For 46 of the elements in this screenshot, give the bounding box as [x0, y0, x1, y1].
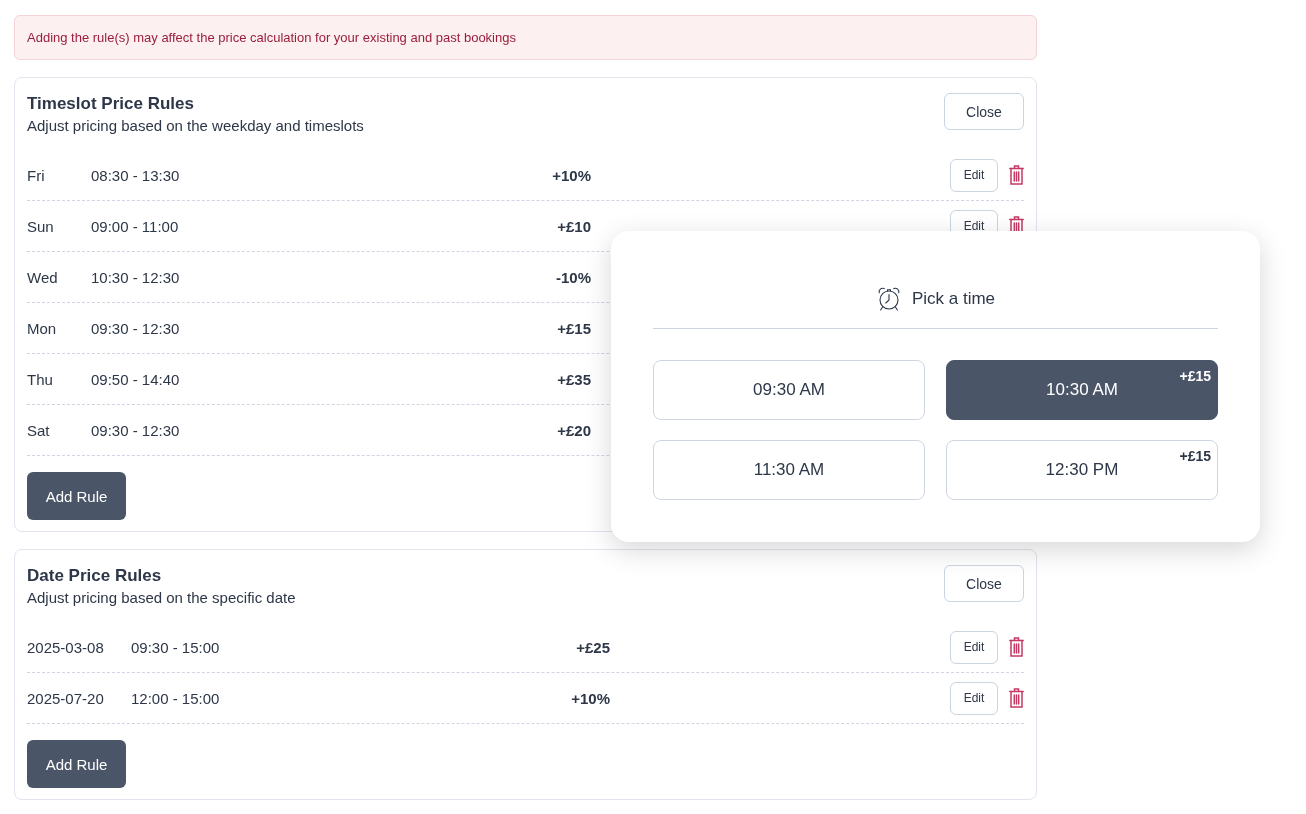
- time-slot-button[interactable]: 10:30 AM +£15: [946, 360, 1218, 420]
- rule-day: 2025-07-20: [27, 689, 104, 707]
- rule-adjustment: +10%: [552, 166, 591, 184]
- rule-adjustment: +£15: [557, 319, 591, 337]
- rule-time: 09:30 - 12:30: [91, 421, 180, 439]
- trash-icon[interactable]: [1009, 637, 1024, 657]
- rule-time: 10:30 - 12:30: [91, 268, 180, 286]
- warning-text: Adding the rule(s) may affect the price calculation for your existing and past bookings: [27, 30, 516, 45]
- card-title: Timeslot Price Rules: [27, 93, 195, 115]
- rule-adjustment: +10%: [571, 689, 610, 707]
- trash-icon[interactable]: [1009, 165, 1024, 185]
- card-subtitle: Adjust pricing based on the specific date: [27, 588, 296, 608]
- rule-time: 12:00 - 15:00: [131, 689, 220, 707]
- rule-adjustment: -10%: [555, 268, 591, 286]
- rule-time: 09:30 - 15:00: [131, 638, 220, 656]
- surcharge-label: +£15: [1179, 448, 1211, 464]
- rule-time: 08:30 - 13:30: [91, 166, 180, 184]
- card-title: Date Price Rules: [27, 565, 163, 587]
- rule-adjustment: +£20: [557, 421, 591, 439]
- edit-button[interactable]: Edit: [950, 158, 998, 192]
- add-rule-button[interactable]: Add Rule: [27, 740, 126, 788]
- picker-title: Pick a time: [911, 289, 996, 309]
- trash-icon[interactable]: [1009, 688, 1024, 708]
- surcharge-label: +£15: [1179, 368, 1211, 384]
- rule-day: Fri: [27, 166, 45, 184]
- rule-day: Sat: [27, 421, 50, 439]
- edit-button[interactable]: Edit: [950, 630, 998, 664]
- rule-time: 09:50 - 14:40: [91, 370, 180, 388]
- rule-time: 09:00 - 11:00: [91, 217, 179, 235]
- rule-adjustment: +£25: [576, 638, 610, 656]
- time-slot-button[interactable]: 12:30 PM +£15: [946, 440, 1218, 500]
- rule-time: 09:30 - 12:30: [91, 319, 180, 337]
- rule-day: Mon: [27, 319, 57, 337]
- rule-day: 2025-03-08: [27, 638, 104, 656]
- time-slot-button[interactable]: 11:30 AM: [653, 440, 925, 500]
- rule-adjustment: +£10: [557, 217, 591, 235]
- rule-day: Thu: [27, 370, 53, 388]
- rule-day: Sun: [27, 217, 54, 235]
- close-button[interactable]: Close: [944, 93, 1024, 130]
- rule-day: Wed: [27, 268, 58, 286]
- card-subtitle: Adjust pricing based on the weekday and timeslots: [27, 116, 364, 136]
- edit-button[interactable]: Edit: [950, 681, 998, 715]
- rule-adjustment: +£35: [557, 370, 591, 388]
- close-button[interactable]: Close: [944, 565, 1024, 602]
- time-slot-button[interactable]: 09:30 AM: [653, 360, 925, 420]
- add-rule-button[interactable]: Add Rule: [27, 472, 126, 520]
